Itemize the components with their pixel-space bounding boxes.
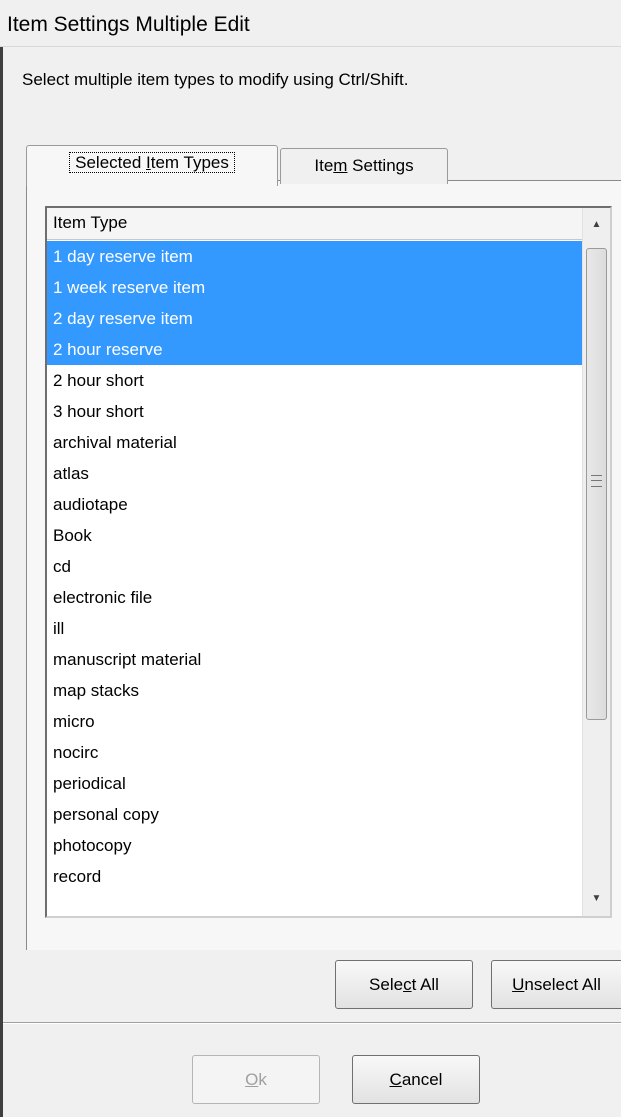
window-frame-edge	[0, 47, 3, 1117]
list-item[interactable]: record	[47, 861, 584, 892]
tab-selected-item-types[interactable]: Selected Item Types	[26, 145, 278, 186]
scroll-up-arrow-icon[interactable]: ▲	[583, 212, 610, 238]
list-item[interactable]: electronic file	[47, 582, 584, 613]
list-item[interactable]: 2 hour reserve	[47, 334, 584, 365]
tab-item-settings[interactable]: Item Settings	[280, 148, 448, 184]
list-item[interactable]: atlas	[47, 458, 584, 489]
list-item[interactable]: 2 hour short	[47, 365, 584, 396]
list-item[interactable]: map stacks	[47, 675, 584, 706]
list-item[interactable]: personal copy	[47, 799, 584, 830]
list-item[interactable]: archival material	[47, 427, 584, 458]
column-header-item-type[interactable]: Item Type	[47, 208, 584, 240]
item-type-listbox[interactable]: Item Type 1 day reserve item 1 week reser…	[45, 206, 612, 918]
list-item[interactable]: Book	[47, 520, 584, 551]
ok-button[interactable]: Ok	[192, 1055, 320, 1104]
list-item[interactable]: audiotape	[47, 489, 584, 520]
cancel-button[interactable]: Cancel	[352, 1055, 480, 1104]
list-item[interactable]: nocirc	[47, 737, 584, 768]
list-item[interactable]: ill	[47, 613, 584, 644]
grip-icon	[591, 475, 602, 487]
list-item[interactable]: periodical	[47, 768, 584, 799]
list-item[interactable]: 1 day reserve item	[47, 241, 584, 272]
scroll-down-arrow-icon[interactable]: ▼	[583, 886, 610, 912]
window-title: Item Settings Multiple Edit	[7, 13, 250, 36]
list-item[interactable]: 1 week reserve item	[47, 272, 584, 303]
list-item[interactable]: micro	[47, 706, 584, 737]
tab-label: Selected Item Types	[69, 152, 235, 173]
list-item[interactable]: manuscript material	[47, 644, 584, 675]
title-bar: Item Settings Multiple Edit	[0, 0, 621, 47]
list-item[interactable]: photocopy	[47, 830, 584, 861]
list-item[interactable]: 3 hour short	[47, 396, 584, 427]
select-all-button[interactable]: Select All	[335, 960, 473, 1009]
list-item[interactable]: cd	[47, 551, 584, 582]
instruction-text: Select multiple item types to modify usi…	[22, 70, 409, 89]
divider	[3, 1022, 621, 1024]
vertical-scrollbar[interactable]: ▲ ▼	[582, 208, 610, 916]
scrollbar-thumb[interactable]	[586, 248, 607, 720]
tab-label: Item Settings	[314, 156, 414, 175]
item-type-rows: 1 day reserve item 1 week reserve item 2 d…	[47, 241, 584, 892]
list-item[interactable]: 2 day reserve item	[47, 303, 584, 334]
unselect-all-button[interactable]: Unselect All	[491, 960, 621, 1009]
